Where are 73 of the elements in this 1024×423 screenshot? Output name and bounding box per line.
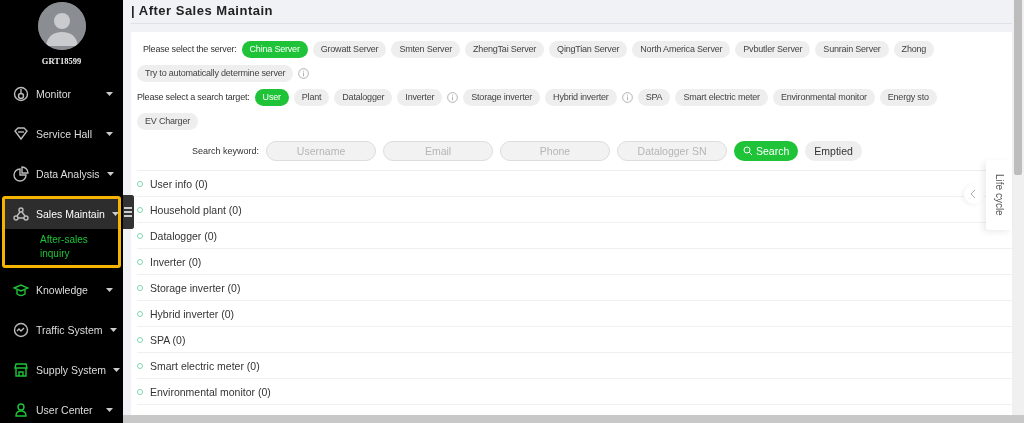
info-icon[interactable] <box>621 91 633 103</box>
menu-item[interactable]: Traffic System <box>5 315 118 345</box>
menu-icon <box>13 166 29 182</box>
option-chip[interactable]: North America Server <box>632 40 731 58</box>
search-field[interactable]: Datalogger SN <box>617 141 728 161</box>
caret-icon <box>106 172 114 176</box>
option-chip[interactable]: Energy sto <box>879 88 937 106</box>
search-icon <box>743 146 754 156</box>
info-icon[interactable] <box>298 67 310 79</box>
menu-item[interactable]: Knowledge <box>5 275 118 305</box>
result-item[interactable]: User info (0) <box>150 177 208 190</box>
menu-icon <box>13 282 29 298</box>
result-item[interactable]: Storage inverter (0) <box>150 281 241 294</box>
result-item[interactable]: Datalogger (0) <box>150 229 218 242</box>
caret-icon <box>106 288 113 292</box>
field-label: Please select a search target: <box>137 92 250 102</box>
caret-icon <box>113 368 121 372</box>
menu-icon <box>13 126 29 142</box>
life-cycle-tab[interactable]: Life cycle <box>986 160 1012 230</box>
option-chip[interactable]: SPA <box>637 88 671 106</box>
caret-icon <box>106 408 113 412</box>
avatar[interactable] <box>37 2 86 50</box>
caret-icon <box>109 328 117 332</box>
result-item[interactable]: SPA (0) <box>150 333 186 346</box>
menu-icon <box>13 402 29 418</box>
result-item[interactable]: Inverter (0) <box>150 255 202 268</box>
option-chip[interactable]: Inverter <box>397 88 443 106</box>
horizontal-scrollbar[interactable] <box>123 415 1024 423</box>
result-item[interactable]: Environmental monitor (0) <box>150 385 271 398</box>
submenu-item[interactable]: After-sales inquiry <box>5 229 118 265</box>
option-chip[interactable]: Sunrain Server <box>815 40 889 58</box>
option-chip[interactable]: ZhengTai Server <box>465 40 545 58</box>
caret-icon <box>111 212 119 216</box>
menu-item[interactable]: Supply System <box>5 355 118 385</box>
result-item[interactable]: Household plant (0) <box>150 203 242 216</box>
menu-item[interactable]: Service Hall <box>5 119 118 149</box>
search-field[interactable]: Phone <box>500 141 611 161</box>
search-field[interactable]: Username <box>266 141 377 161</box>
option-chip[interactable]: Growatt Server <box>312 40 387 58</box>
result-item[interactable]: Hybrid inverter (0) <box>150 307 235 320</box>
result-item[interactable]: Smart electric meter (0) <box>150 359 260 372</box>
scrollbar-thumb[interactable] <box>1014 0 1022 175</box>
menu-icon <box>13 86 29 102</box>
menu-item[interactable]: Monitor <box>5 79 118 109</box>
username: GRT18599 <box>41 56 82 66</box>
caret-icon <box>106 132 113 136</box>
menu-icon <box>13 362 29 378</box>
option-chip[interactable]: Hybrid inverter <box>545 88 617 106</box>
option-chip[interactable]: Environmental monitor <box>772 88 875 106</box>
menu-item[interactable]: Sales Maintain <box>5 199 118 229</box>
field-label: Please select the server: <box>143 44 237 54</box>
menu-icon <box>13 206 29 222</box>
menu-item[interactable]: Data Analysis <box>5 159 118 189</box>
option-chip[interactable]: Storage inverter <box>463 88 541 106</box>
option-chip[interactable]: Smart electric meter <box>675 88 768 106</box>
option-chip[interactable]: Smten Server <box>391 40 461 58</box>
vertical-scrollbar[interactable] <box>1012 0 1024 415</box>
caret-icon <box>106 92 113 96</box>
page-title: | After Sales Maintain <box>131 2 274 20</box>
option-chip[interactable]: Datalogger <box>334 88 393 106</box>
clear-button[interactable]: Emptied <box>805 141 862 161</box>
option-chip[interactable]: QingTian Server <box>549 40 628 58</box>
option-chip[interactable]: Pvbutler Server <box>735 40 811 58</box>
option-chip[interactable]: Try to automatically determine server <box>137 64 294 82</box>
search-field[interactable]: Email <box>383 141 494 161</box>
option-chip[interactable]: EV Charger <box>137 112 199 130</box>
field-label: Search keyword: <box>192 146 260 156</box>
option-chip[interactable]: Plant <box>293 88 330 106</box>
menu-item[interactable]: User Center <box>5 395 118 423</box>
option-chip[interactable]: Zhong <box>893 40 935 58</box>
menu-icon <box>13 322 29 338</box>
info-icon[interactable] <box>447 91 459 103</box>
collapse-handle[interactable] <box>123 195 134 229</box>
